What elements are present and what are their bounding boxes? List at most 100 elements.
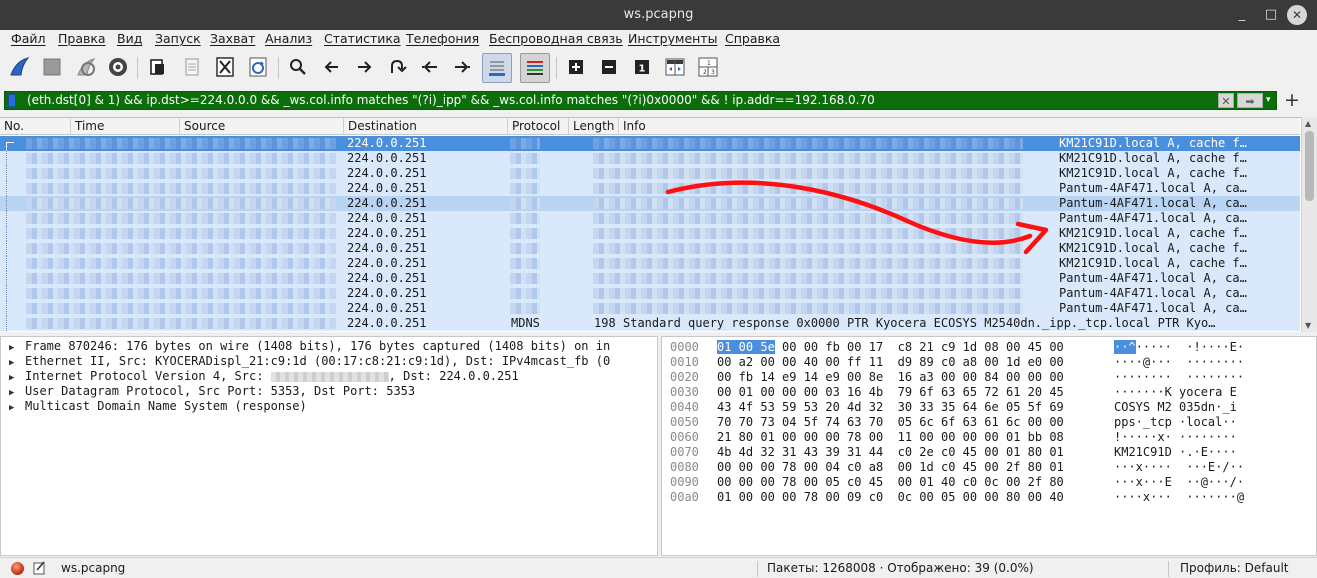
byte-ascii[interactable]: ··^····· ·!····E· [1114,340,1244,355]
column-header-protocol[interactable]: Protocol [507,118,568,135]
byte-ascii-selected[interactable]: ··^ [1114,340,1136,354]
detail-ipv4[interactable]: ▶ Internet Protocol Version 4, Src: , Dst… [9,369,519,384]
close-file-icon[interactable] [211,53,239,81]
byte-ascii[interactable]: ···x···E ··@···/· [1114,475,1244,490]
byte-hex[interactable]: 43 4f 53 59 53 20 4d 32 30 33 35 64 6e 0… [717,400,1064,415]
menu-edit[interactable]: Правка [58,31,106,46]
normal-size-icon[interactable]: 1 [628,53,656,81]
zoom-out-icon[interactable] [595,53,623,81]
column-header-destination[interactable]: Destination [343,118,507,135]
status-profile[interactable]: Профиль: Default [1180,560,1289,577]
byte-row[interactable]: 0090 00 00 00 78 00 05 c0 45 00 01 40 c0 … [662,475,1312,490]
menu-view[interactable]: Вид [117,31,142,46]
packet-row[interactable]: 224.0.0.251 KM21C91D.local A, cache f… [0,136,1300,151]
menu-capture[interactable]: Захват [210,31,255,46]
go-first-packet-icon[interactable] [416,53,444,81]
packet-list[interactable]: No. Time Source Destination Protocol Len… [0,117,1317,332]
resize-columns-icon[interactable] [661,53,689,81]
menu-file[interactable]: Файл [11,31,46,46]
find-packet-icon[interactable] [284,53,312,81]
maximize-button[interactable]: □ [1261,5,1281,25]
restart-capture-icon[interactable] [72,53,100,81]
byte-row[interactable]: 00a0 01 00 00 00 78 00 09 c0 0c 00 05 00 … [662,490,1312,505]
byte-hex-selected[interactable]: 01 00 5e [717,340,775,354]
byte-hex[interactable]: 01 00 00 00 78 00 09 c0 0c 00 05 00 00 8… [717,490,1064,505]
byte-hex[interactable]: 01 00 5e 00 00 fb 00 17 c8 21 c9 1d 08 0… [717,340,1064,355]
zoom-in-icon[interactable] [562,53,590,81]
byte-ascii[interactable]: ········ ········ [1114,370,1244,385]
packet-row[interactable]: 224.0.0.251 Pantum-4AF471.local A, ca… [0,271,1300,286]
byte-ascii[interactable]: KM21C91D ·.·E···· [1114,445,1237,460]
menu-wireless[interactable]: Беспроводная связь [489,31,623,46]
byte-row[interactable]: 0010 00 a2 00 00 40 00 ff 11 d9 89 c0 a8 … [662,355,1312,370]
go-last-packet-icon[interactable] [448,53,476,81]
byte-ascii[interactable]: ····@··· ········ [1114,355,1244,370]
menu-go[interactable]: Запуск [155,31,201,46]
colorize-icon[interactable] [520,53,550,83]
packet-row[interactable]: 224.0.0.251 MDNS 198 Standard query respons… [0,316,1300,331]
expand-arrow-icon[interactable]: ▶ [9,401,25,416]
byte-hex[interactable]: 21 80 01 00 00 00 78 00 11 00 00 00 00 0… [717,430,1064,445]
byte-row[interactable]: 0080 00 00 00 78 00 04 c0 a8 00 1d c0 45 … [662,460,1312,475]
byte-row[interactable]: 0020 00 fb 14 e9 14 e9 00 8e 16 a3 00 00 … [662,370,1312,385]
bookmark-icon[interactable] [8,94,16,107]
column-header-source[interactable]: Source [179,118,343,135]
go-back-icon[interactable] [318,53,346,81]
column-header-time[interactable]: Time [70,118,179,135]
byte-ascii[interactable]: ·······K yocera E [1114,385,1237,400]
go-forward-icon[interactable] [350,53,378,81]
byte-hex[interactable]: 00 00 00 78 00 04 c0 a8 00 1d c0 45 00 2… [717,460,1064,475]
scroll-down-icon[interactable]: ▼ [1305,321,1311,330]
detail-udp[interactable]: ▶ User Datagram Protocol, Src Port: 5353,… [9,384,415,399]
scrollbar-thumb[interactable] [1305,131,1314,201]
capture-options-icon[interactable] [104,53,132,81]
menu-statistics[interactable]: Статистика [324,31,401,46]
byte-hex[interactable]: 00 a2 00 00 40 00 ff 11 d9 89 c0 a8 00 1… [717,355,1064,370]
menu-tools[interactable]: Инструменты [628,31,717,46]
display-filter-input[interactable]: (eth.dst[0] & 1) && ip.dst>=224.0.0.0 &&… [27,92,875,109]
byte-row[interactable]: 0000 01 00 5e 00 00 fb 00 17 c8 21 c9 1d … [662,340,1312,355]
byte-row[interactable]: 0060 21 80 01 00 00 00 78 00 11 00 00 00 … [662,430,1312,445]
clear-filter-button[interactable]: ✕ [1218,93,1234,108]
go-to-packet-icon[interactable] [383,53,411,81]
packet-row[interactable]: 224.0.0.251 KM21C91D.local A, cache f… [0,151,1300,166]
packet-row[interactable]: 224.0.0.251 KM21C91D.local A, cache f… [0,241,1300,256]
apply-filter-button[interactable]: ➡ [1237,93,1263,108]
open-file-icon[interactable] [144,53,172,81]
packet-details-pane[interactable]: ▶ Frame 870246: 176 bytes on wire (1408 b… [0,336,658,556]
byte-row[interactable]: 0030 00 01 00 00 00 03 16 4b 79 6f 63 65 … [662,385,1312,400]
shark-fin-start-icon[interactable] [6,53,34,81]
stop-capture-icon[interactable] [38,53,66,81]
column-header-length[interactable]: Length [568,118,618,135]
byte-ascii[interactable]: !·····x· ········ [1114,430,1237,445]
capture-comment-icon[interactable] [33,561,46,575]
packet-row[interactable]: 224.0.0.251 Pantum-4AF471.local A, ca… [0,181,1300,196]
byte-ascii[interactable]: pps·_tcp ·local·· [1114,415,1237,430]
packet-row[interactable]: 224.0.0.251 KM21C91D.local A, cache f… [0,166,1300,181]
minimize-button[interactable]: _ [1232,5,1252,25]
auto-scroll-icon[interactable] [482,53,512,83]
byte-row[interactable]: 0040 43 4f 53 59 53 20 4d 32 30 33 35 64 … [662,400,1312,415]
display-filter-bar[interactable]: (eth.dst[0] & 1) && ip.dst>=224.0.0.0 &&… [4,91,1277,110]
packet-list-scrollbar[interactable]: ▲ ▼ [1301,117,1317,332]
menu-help[interactable]: Справка [725,31,780,46]
close-window-button[interactable]: ✕ [1287,5,1307,25]
expert-info-icon[interactable] [11,562,24,575]
detail-ethernet[interactable]: ▶ Ethernet II, Src: KYOCERADispl_21:c9:1d… [9,354,610,369]
byte-hex[interactable]: 00 00 00 78 00 05 c0 45 00 01 40 c0 0c 0… [717,475,1064,490]
byte-ascii[interactable]: ···x···· ···E·/·· [1114,460,1244,475]
column-header-no[interactable]: No. [0,118,70,135]
byte-ascii[interactable]: COSYS M2 035dn·_i [1114,400,1237,415]
byte-row[interactable]: 0070 4b 4d 32 31 43 39 31 44 c0 2e c0 45 … [662,445,1312,460]
layout-icon[interactable]: 231 [694,53,722,81]
packet-row[interactable]: 224.0.0.251 Pantum-4AF471.local A, ca… [0,286,1300,301]
menu-analyze[interactable]: Анализ [265,31,312,46]
menu-telephony[interactable]: Телефония [406,31,479,46]
byte-ascii[interactable]: ····x··· ·······@ [1114,490,1244,505]
chevron-down-icon[interactable]: ▾ [1266,93,1276,108]
byte-hex[interactable]: 00 fb 14 e9 14 e9 00 8e 16 a3 00 00 84 0… [717,370,1064,385]
byte-hex[interactable]: 00 01 00 00 00 03 16 4b 79 6f 63 65 72 6… [717,385,1064,400]
packet-row[interactable]: 224.0.0.251 Pantum-4AF471.local A, ca… [0,196,1300,211]
byte-hex[interactable]: 4b 4d 32 31 43 39 31 44 c0 2e c0 45 00 0… [717,445,1064,460]
add-filter-button[interactable]: + [1283,90,1301,110]
